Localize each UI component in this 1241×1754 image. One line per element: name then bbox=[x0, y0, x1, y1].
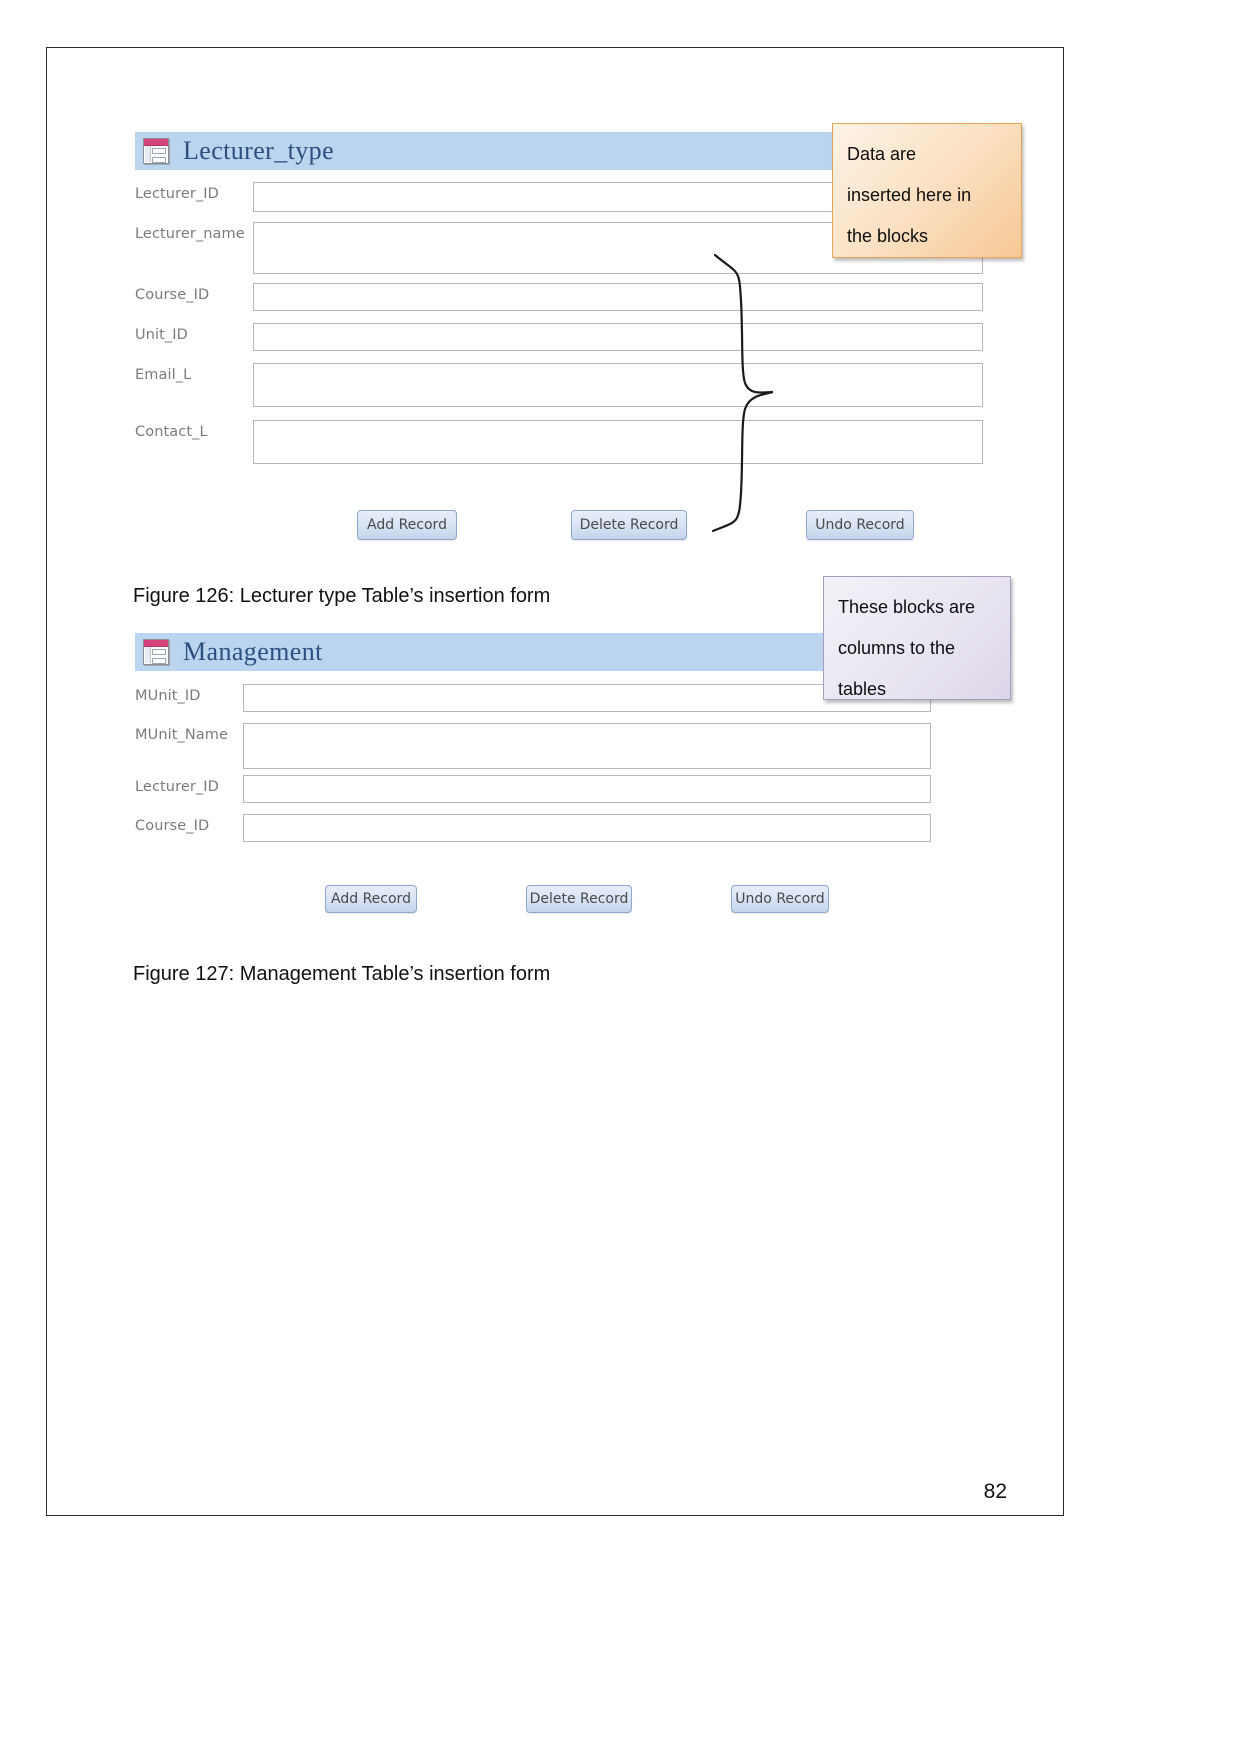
lecturer-type-delete-record-button[interactable]: Delete Record bbox=[571, 510, 687, 540]
field-label-unit-id: Unit_ID bbox=[135, 327, 188, 343]
field-label-contact-l: Contact_L bbox=[135, 424, 208, 440]
field-row-email-l: Email_L bbox=[135, 363, 993, 407]
field-label-munit-name: MUnit_Name bbox=[135, 727, 229, 743]
field-input-munit-name[interactable] bbox=[243, 723, 931, 769]
callout-line: These blocks are bbox=[838, 597, 976, 617]
document-page: Lecturer_type Lecturer_ID Lecturer_name … bbox=[46, 47, 1064, 1516]
table-form-icon bbox=[143, 138, 169, 164]
page-number: 82 bbox=[983, 1480, 1007, 1503]
figure-127-caption: Figure 127: Management Table’s insertion… bbox=[133, 963, 551, 985]
field-label-email-l: Email_L bbox=[135, 367, 192, 383]
management-delete-record-button[interactable]: Delete Record bbox=[526, 885, 632, 913]
management-undo-record-button[interactable]: Undo Record bbox=[731, 885, 829, 913]
field-input-email-l[interactable] bbox=[253, 363, 983, 407]
lecturer-type-form-title: Lecturer_type bbox=[183, 136, 335, 165]
field-input-course-id[interactable] bbox=[243, 814, 931, 842]
callout-line: inserted here in bbox=[847, 185, 972, 205]
field-label-course-id: Course_ID bbox=[135, 818, 210, 834]
management-add-record-button[interactable]: Add Record bbox=[325, 885, 417, 913]
field-input-unit-id[interactable] bbox=[253, 323, 983, 351]
field-label-munit-id: MUnit_ID bbox=[135, 688, 201, 704]
callout-line: tables bbox=[838, 679, 887, 699]
field-label-lecturer-id: Lecturer_ID bbox=[135, 186, 219, 202]
field-row-munit-name: MUnit_Name bbox=[135, 723, 993, 769]
table-form-icon bbox=[143, 639, 169, 665]
field-row-unit-id: Unit_ID bbox=[135, 323, 993, 351]
lecturer-type-undo-record-button[interactable]: Undo Record bbox=[806, 510, 914, 540]
field-label-lecturer-name: Lecturer_name bbox=[135, 226, 245, 242]
management-form-title: Management bbox=[183, 637, 323, 666]
callout-line: Data are bbox=[847, 144, 917, 164]
data-inserted-callout: Data are inserted here in the blocks bbox=[832, 123, 1022, 258]
field-label-course-id: Course_ID bbox=[135, 287, 210, 303]
field-row-course-id: Course_ID bbox=[135, 283, 993, 311]
field-label-lecturer-id: Lecturer_ID bbox=[135, 779, 219, 795]
callout-line: columns to the bbox=[838, 638, 956, 658]
field-row-course-id: Course_ID bbox=[135, 814, 993, 842]
blocks-are-columns-callout: These blocks are columns to the tables bbox=[823, 576, 1011, 700]
field-input-contact-l[interactable] bbox=[253, 420, 983, 464]
field-input-course-id[interactable] bbox=[253, 283, 983, 311]
field-input-lecturer-id[interactable] bbox=[243, 775, 931, 803]
figure-126-caption: Figure 126: Lecturer type Table’s insert… bbox=[133, 585, 551, 607]
field-row-lecturer-id: Lecturer_ID bbox=[135, 775, 993, 803]
field-row-contact-l: Contact_L bbox=[135, 420, 993, 464]
callout-line: the blocks bbox=[847, 226, 929, 246]
lecturer-type-add-record-button[interactable]: Add Record bbox=[357, 510, 457, 540]
